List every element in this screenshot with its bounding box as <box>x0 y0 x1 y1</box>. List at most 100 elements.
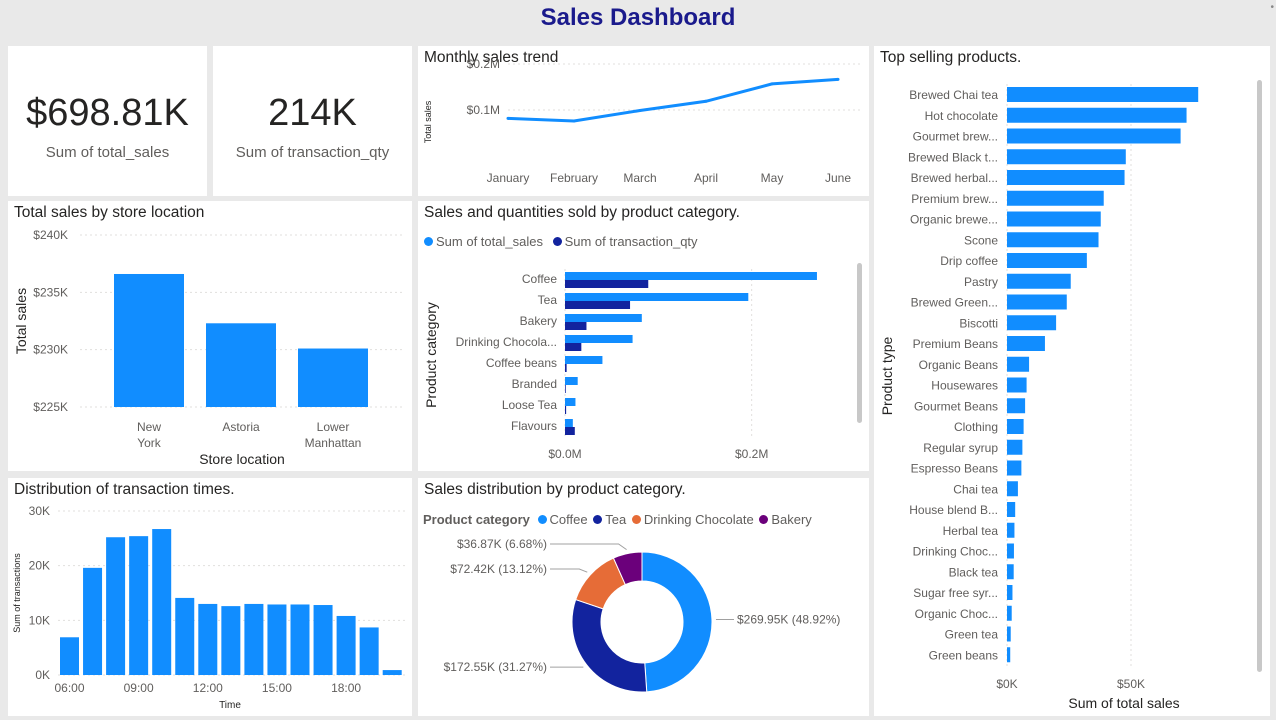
bar-sales <box>565 419 573 427</box>
bar <box>1007 356 1030 372</box>
bar <box>1007 315 1057 331</box>
bar <box>1007 273 1071 289</box>
y-tick-label: $0.2M <box>467 57 500 71</box>
x-tick-label: $0.2M <box>735 447 768 461</box>
bar <box>1007 502 1016 517</box>
more-options-icon[interactable]: • <box>1270 2 1274 13</box>
x-tick-label: $50K <box>1117 677 1145 691</box>
y-tick-label: $235K <box>33 285 68 299</box>
bar <box>359 627 379 675</box>
x-tick-label: May <box>761 171 784 185</box>
y-tick-label: Chai tea <box>953 482 998 496</box>
y-tick-label: $230K <box>33 343 68 357</box>
category-sales-chart: $0.0M $0.2M Coffee Tea Bakery Drinking Chocol… <box>423 269 817 461</box>
y-tick-label: Tea <box>538 293 558 307</box>
bar <box>1007 564 1014 580</box>
bar <box>1007 107 1187 123</box>
y-tick-label: Regular syrup <box>923 441 998 455</box>
y-tick-label: Biscotti <box>959 316 998 330</box>
y-tick-label: Sugar free syr... <box>913 586 998 600</box>
y-tick-label: $240K <box>33 228 68 242</box>
x-tick-label: Lower <box>317 420 350 434</box>
bar-quantity <box>565 406 567 414</box>
bar-sales <box>565 272 817 280</box>
bar <box>106 537 126 675</box>
bar-quantity <box>565 343 582 351</box>
bar-sales <box>565 335 633 343</box>
chart-scrollbar[interactable] <box>1257 80 1262 672</box>
store-sales-card[interactable]: Total sales by store location $225K $230K… <box>8 201 412 471</box>
bar <box>1007 522 1015 538</box>
data-label: $172.55K (31.27%) <box>444 660 547 674</box>
bar <box>1007 87 1199 102</box>
y-tick-label: Pastry <box>964 275 998 289</box>
x-tick-label: February <box>550 171 598 185</box>
data-point <box>704 99 708 103</box>
label-leader-line <box>550 568 588 573</box>
y-tick-label: Coffee beans <box>486 356 557 370</box>
y-tick-label: Brewed herbal... <box>911 171 998 185</box>
bar <box>1007 211 1101 227</box>
y-tick-label: Espresso Beans <box>911 462 998 476</box>
category-sales-card[interactable]: Sales and quantities sold by product cat… <box>418 201 869 471</box>
data-point <box>770 82 774 86</box>
x-tick-label: Manhattan <box>305 436 362 450</box>
bar-quantity <box>565 364 567 372</box>
bar <box>1007 170 1125 185</box>
x-axis-label: Store location <box>199 451 285 467</box>
donut-slice <box>641 551 713 693</box>
kpi-card-sales[interactable]: $698.81K Sum of total_sales <box>8 46 207 196</box>
kpi-card-quantity[interactable]: 214K Sum of transaction_qty <box>213 46 412 196</box>
bar <box>60 637 79 675</box>
y-tick-label: 20K <box>29 559 50 573</box>
kpi-label: Sum of total_sales <box>45 144 170 161</box>
x-tick-label: January <box>487 171 530 185</box>
bar <box>1007 626 1011 642</box>
kpi-value: $698.81K <box>26 92 189 134</box>
y-tick-label: House blend B... <box>909 503 998 517</box>
y-tick-label: Organic Choc... <box>915 607 998 621</box>
bar-sales <box>565 398 576 406</box>
bar-sales <box>565 356 603 364</box>
bar <box>221 606 241 675</box>
x-tick-label: $0.0M <box>548 447 581 461</box>
y-tick-label: Black tea <box>949 565 999 579</box>
data-label: $36.87K (6.68%) <box>457 537 547 551</box>
x-tick-label: 12:00 <box>193 681 223 695</box>
y-tick-label: Green beans <box>929 648 998 662</box>
x-tick-label: York <box>137 436 162 450</box>
y-tick-label: 30K <box>29 504 50 518</box>
x-tick-label: 15:00 <box>262 681 292 695</box>
y-tick-label: Brewed Black t... <box>908 150 998 164</box>
transaction-times-card[interactable]: Distribution of transaction times. 0K 10K… <box>8 478 412 716</box>
bar <box>1007 398 1026 414</box>
x-axis-label: Sum of total sales <box>1068 695 1179 711</box>
bar <box>1007 543 1014 559</box>
top-products-chart: $0K $50K Brewed Chai tea Hot chocolate Gourm… <box>879 84 1199 711</box>
y-tick-label: $0.1M <box>467 103 500 117</box>
bar <box>198 603 218 675</box>
bar <box>1007 190 1104 206</box>
bar-quantity <box>565 301 631 309</box>
y-tick-label: Hot chocolate <box>925 109 999 123</box>
y-axis-label: Product type <box>879 336 895 415</box>
monthly-sales-card[interactable]: Monthly sales trend $0.1M $0.2M January Feb… <box>418 46 869 196</box>
bar <box>206 323 276 407</box>
y-axis-label: Product category <box>423 302 439 408</box>
x-tick-label: $0K <box>996 677 1017 691</box>
chart-scrollbar[interactable] <box>857 263 862 423</box>
transaction-times-chart: 0K 10K 20K 30K 06:00 09:00 12:00 15:00 18:00 Time… <box>12 504 406 711</box>
bar <box>1007 149 1126 165</box>
bar <box>267 604 287 675</box>
bar <box>1007 585 1013 600</box>
top-products-card[interactable]: Top selling products. $0K $50K Brewed Chai… <box>874 46 1270 716</box>
series-line <box>507 77 839 123</box>
y-tick-label: Drip coffee <box>940 254 998 268</box>
bar <box>1007 481 1018 497</box>
bar <box>83 567 103 675</box>
sales-distribution-card[interactable]: Sales distribution by product category. … <box>418 478 869 716</box>
bar <box>1007 294 1067 310</box>
bar <box>1007 232 1099 248</box>
y-tick-label: Scone <box>964 233 998 247</box>
y-tick-label: Brewed Chai tea <box>909 88 998 102</box>
